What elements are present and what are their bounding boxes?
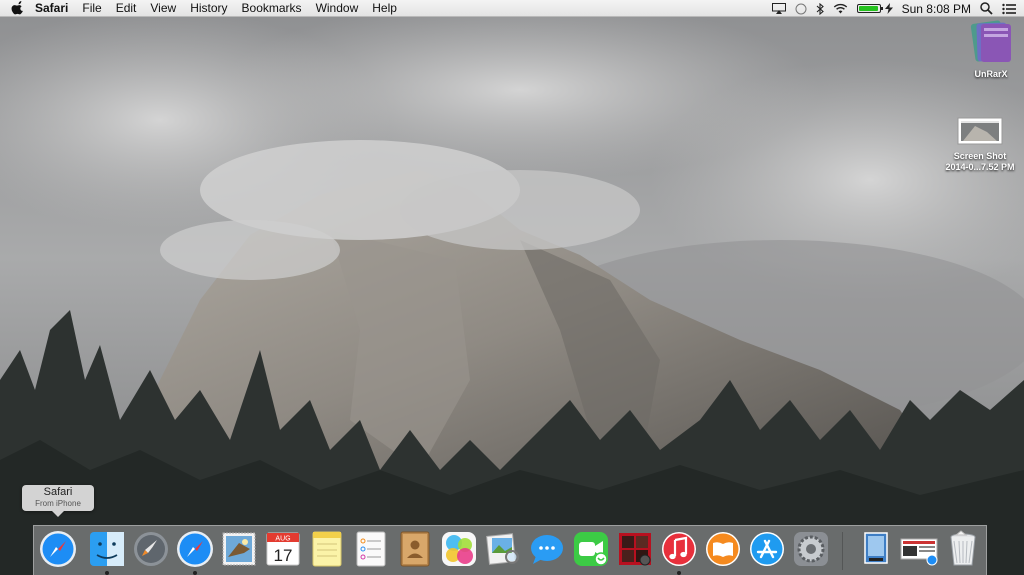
charging-icon xyxy=(884,3,893,14)
running-indicator xyxy=(105,571,109,575)
mail-stamp-icon xyxy=(222,532,256,566)
menu-view[interactable]: View xyxy=(150,1,176,15)
dock-game-center[interactable] xyxy=(439,529,479,569)
dock-document-stack[interactable] xyxy=(899,529,939,569)
dock-separator xyxy=(842,532,843,570)
dock-reminders[interactable] xyxy=(351,529,391,569)
bluetooth-icon[interactable] xyxy=(816,2,824,15)
calendar-day: 17 xyxy=(274,546,293,565)
dock-finder[interactable] xyxy=(87,529,127,575)
desktop-icon-label-line1: Screen Shot xyxy=(953,151,1007,161)
apple-menu-icon[interactable] xyxy=(11,1,25,15)
dock-downloads-stack[interactable] xyxy=(855,529,895,569)
dock-system-preferences[interactable] xyxy=(791,529,831,569)
dock-safari[interactable] xyxy=(175,529,215,575)
photo-booth-icon xyxy=(619,533,651,566)
running-indicator xyxy=(193,571,197,575)
notification-center-icon[interactable] xyxy=(1002,3,1016,15)
game-center-icon xyxy=(442,532,476,566)
preview-icon xyxy=(486,533,519,565)
contacts-book-icon xyxy=(400,531,430,567)
dock-contacts[interactable] xyxy=(395,529,435,569)
dock-trash[interactable] xyxy=(943,529,983,569)
running-indicator xyxy=(677,571,681,575)
battery-icon[interactable] xyxy=(856,4,883,13)
tooltip-title: Safari xyxy=(43,486,73,498)
itunes-music-icon xyxy=(662,532,696,566)
dock-ibooks[interactable] xyxy=(703,529,743,569)
desktop-icon-label: UnRarX xyxy=(974,69,1008,79)
airplay-icon[interactable] xyxy=(771,3,786,14)
dock: AUG 17 xyxy=(33,525,987,575)
dock-notes[interactable] xyxy=(307,529,347,569)
document-stack-icon xyxy=(900,538,938,566)
handoff-tooltip: Safari From iPhone xyxy=(22,485,94,517)
messages-bubble-icon xyxy=(531,535,563,564)
dock-preview[interactable] xyxy=(483,529,523,569)
dock-app-store[interactable] xyxy=(747,529,787,569)
spotlight-search-icon[interactable] xyxy=(980,2,993,15)
menu-edit[interactable]: Edit xyxy=(116,1,137,15)
wifi-icon[interactable] xyxy=(833,3,848,14)
app-store-icon xyxy=(750,532,784,566)
dock-messages[interactable] xyxy=(527,529,567,569)
menu-bookmarks[interactable]: Bookmarks xyxy=(242,1,302,15)
dock-itunes[interactable] xyxy=(659,529,699,575)
menu-file[interactable]: File xyxy=(82,1,101,15)
downloads-stack-icon xyxy=(864,532,888,564)
menu-help[interactable]: Help xyxy=(372,1,397,15)
launchpad-rocket-icon xyxy=(134,532,168,566)
dock-safari-handoff[interactable] xyxy=(38,529,78,569)
desktop-wallpaper xyxy=(0,0,1024,575)
menu-history[interactable]: History xyxy=(190,1,227,15)
desktop-icon-label-line2: 2014-0...7.52 PM xyxy=(945,162,1015,172)
system-preferences-gear-icon xyxy=(794,532,828,566)
screenshot-thumbnail-icon xyxy=(957,117,1003,145)
unrarx-app-icon xyxy=(970,20,1011,62)
calendar-icon: AUG 17 xyxy=(266,532,300,566)
status-area: Sun 8:08 PM xyxy=(763,0,1016,17)
menu-clock[interactable]: Sun 8:08 PM xyxy=(902,2,971,16)
dock-facetime[interactable] xyxy=(571,529,611,569)
calendar-month: AUG xyxy=(275,535,290,542)
reminders-icon xyxy=(356,531,386,567)
facetime-icon xyxy=(574,532,608,566)
desktop-icon-unrarx[interactable]: UnRarX xyxy=(960,20,1022,80)
notification-dot-icon[interactable] xyxy=(795,3,807,15)
notes-icon xyxy=(312,531,342,567)
dock-photo-booth[interactable] xyxy=(615,529,655,569)
safari-icon xyxy=(40,531,76,567)
trash-icon xyxy=(950,530,976,566)
finder-icon xyxy=(90,532,124,566)
menu-bar: Safari File Edit View History Bookmarks … xyxy=(0,0,1024,17)
menu-window[interactable]: Window xyxy=(316,1,359,15)
dock-calendar[interactable]: AUG 17 xyxy=(263,529,303,569)
dock-mail[interactable] xyxy=(219,529,259,569)
dock-launchpad[interactable] xyxy=(131,529,171,569)
desktop-icon-screenshot[interactable]: Screen Shot 2014-0...7.52 PM xyxy=(938,114,1022,173)
tooltip-subtitle: From iPhone xyxy=(35,499,81,508)
ibooks-icon xyxy=(706,532,740,566)
safari-icon xyxy=(177,531,213,567)
menu-app-name[interactable]: Safari xyxy=(35,1,68,15)
